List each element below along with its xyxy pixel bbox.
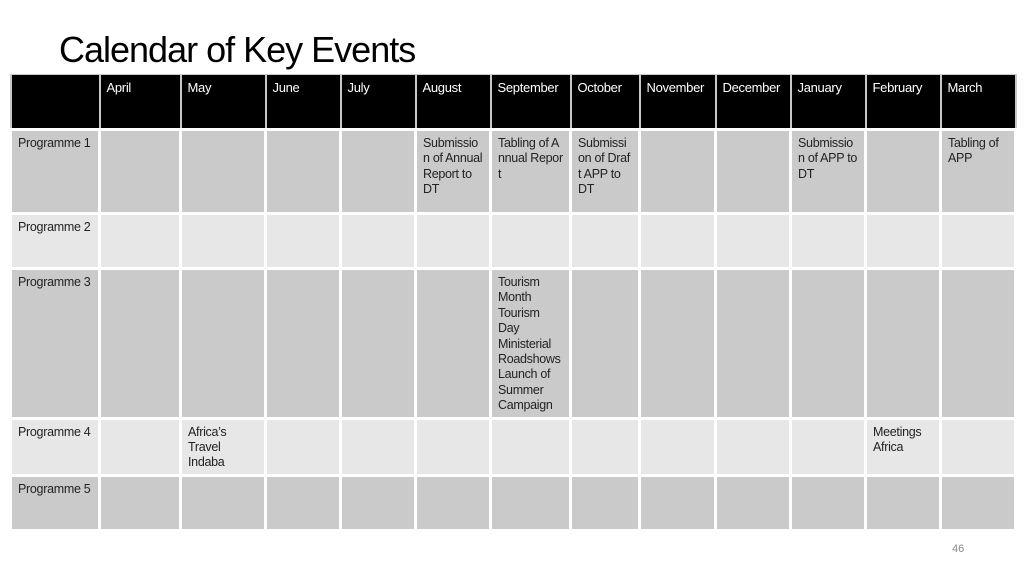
table-cell bbox=[98, 267, 182, 420]
table-row-programme-5: Programme 5 bbox=[9, 473, 1017, 532]
table-cell bbox=[414, 473, 492, 532]
month-header-december: December bbox=[714, 74, 792, 130]
corner-cell bbox=[9, 74, 101, 130]
table-cell bbox=[714, 267, 792, 420]
row-label: Programme 5 bbox=[9, 473, 101, 532]
table-cell bbox=[339, 267, 417, 420]
table-cell bbox=[638, 212, 717, 270]
table-cell bbox=[714, 416, 792, 477]
month-header-july: July bbox=[339, 74, 417, 130]
table-row-programme-4: Programme 4 Africa’s Travel Indaba Meeti… bbox=[9, 416, 1017, 477]
table-cell bbox=[569, 212, 641, 270]
table-cell bbox=[489, 416, 572, 477]
month-header-september: September bbox=[489, 74, 572, 130]
table-cell bbox=[179, 212, 267, 270]
table-cell bbox=[638, 473, 717, 532]
table-cell bbox=[179, 267, 267, 420]
month-header-june: June bbox=[264, 74, 342, 130]
table-cell bbox=[939, 416, 1017, 477]
table-cell bbox=[789, 416, 867, 477]
table-cell: Meetings Africa bbox=[864, 416, 942, 477]
row-label: Programme 4 bbox=[9, 416, 101, 477]
table-cell bbox=[638, 267, 717, 420]
table-cell bbox=[339, 212, 417, 270]
table-cell bbox=[939, 473, 1017, 532]
table-cell bbox=[569, 267, 641, 420]
header-row: April May June July August September Oct… bbox=[9, 74, 1017, 130]
table-cell bbox=[98, 473, 182, 532]
table-cell bbox=[939, 267, 1017, 420]
month-header-august: August bbox=[414, 74, 492, 130]
month-header-march: March bbox=[939, 74, 1017, 130]
row-label: Programme 2 bbox=[9, 212, 101, 270]
table-cell bbox=[489, 473, 572, 532]
table-cell bbox=[264, 128, 342, 215]
table-cell bbox=[264, 212, 342, 270]
table-cell bbox=[569, 473, 641, 532]
table-cell bbox=[264, 267, 342, 420]
table-cell bbox=[789, 473, 867, 532]
month-header-april: April bbox=[98, 74, 182, 130]
table-cell bbox=[98, 416, 182, 477]
row-label: Programme 3 bbox=[9, 267, 101, 420]
calendar-table: April May June July August September Oct… bbox=[9, 74, 1017, 532]
table-cell bbox=[98, 128, 182, 215]
table-cell: Tourism Month Tourism Day Ministerial Ro… bbox=[489, 267, 572, 420]
table-cell: Submission of APP to DT bbox=[789, 128, 867, 215]
table-cell bbox=[179, 128, 267, 215]
table-cell bbox=[864, 267, 942, 420]
table-cell bbox=[638, 128, 717, 215]
table-row-programme-1: Programme 1 Submission of Annual Report … bbox=[9, 128, 1017, 215]
table-cell bbox=[714, 473, 792, 532]
table-cell: Submission of Draft APP to DT bbox=[569, 128, 641, 215]
table-cell bbox=[789, 267, 867, 420]
table-cell bbox=[714, 212, 792, 270]
table-cell bbox=[569, 416, 641, 477]
row-label: Programme 1 bbox=[9, 128, 101, 215]
table-cell bbox=[414, 416, 492, 477]
table-cell bbox=[714, 128, 792, 215]
table-cell bbox=[864, 473, 942, 532]
page-title: Calendar of Key Events bbox=[59, 29, 416, 70]
table-cell: Tabling of Annual Report bbox=[489, 128, 572, 215]
table-cell bbox=[339, 416, 417, 477]
table-cell bbox=[414, 267, 492, 420]
page-number: 46 bbox=[952, 543, 965, 555]
table-cell bbox=[638, 416, 717, 477]
table-cell bbox=[98, 212, 182, 270]
table-cell bbox=[179, 473, 267, 532]
table-cell bbox=[414, 212, 492, 270]
month-header-february: February bbox=[864, 74, 942, 130]
month-header-october: October bbox=[569, 74, 641, 130]
table-cell bbox=[489, 212, 572, 270]
table-row-programme-3: Programme 3 Tourism Month Tourism Day Mi… bbox=[9, 267, 1017, 420]
month-header-january: January bbox=[789, 74, 867, 130]
table-cell: Tabling of APP bbox=[939, 128, 1017, 215]
table-cell bbox=[789, 212, 867, 270]
table-cell bbox=[864, 212, 942, 270]
month-header-may: May bbox=[179, 74, 267, 130]
table-row-programme-2: Programme 2 bbox=[9, 212, 1017, 270]
table-cell bbox=[939, 212, 1017, 270]
table-cell bbox=[264, 416, 342, 477]
table-cell bbox=[864, 128, 942, 215]
table-cell bbox=[339, 473, 417, 532]
table-cell: Submission of Annual Report to DT bbox=[414, 128, 492, 215]
table-cell bbox=[339, 128, 417, 215]
month-header-november: November bbox=[638, 74, 717, 130]
table-cell bbox=[264, 473, 342, 532]
table-cell: Africa’s Travel Indaba bbox=[179, 416, 267, 477]
